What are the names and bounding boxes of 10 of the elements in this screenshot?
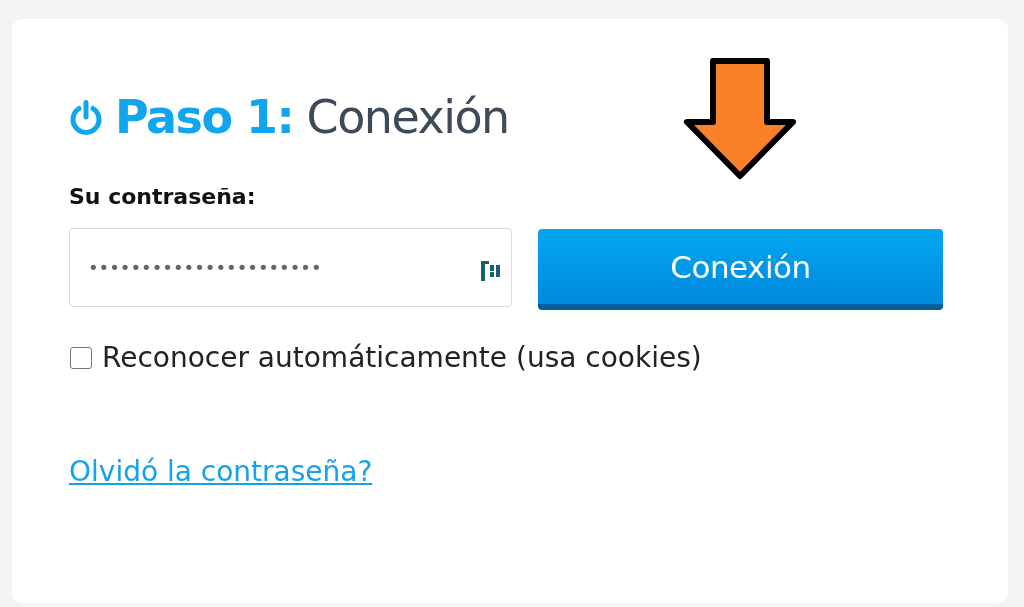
remember-label: Reconocer automáticamente (usa cookies): [102, 341, 702, 375]
down-arrow-icon: [683, 57, 797, 180]
password-field[interactable]: ••••••••••••••••••••••: [69, 228, 512, 307]
vertical-bars-icon[interactable]: [481, 261, 501, 281]
remember-checkbox[interactable]: [70, 347, 92, 369]
power-icon: [69, 99, 103, 135]
forgot-password-link[interactable]: Olvidó la contraseña?: [69, 453, 373, 491]
connect-button[interactable]: Conexión: [538, 229, 943, 310]
step-title: Paso 1: Conexión: [115, 89, 509, 145]
password-label: Su contraseña:: [69, 183, 256, 211]
